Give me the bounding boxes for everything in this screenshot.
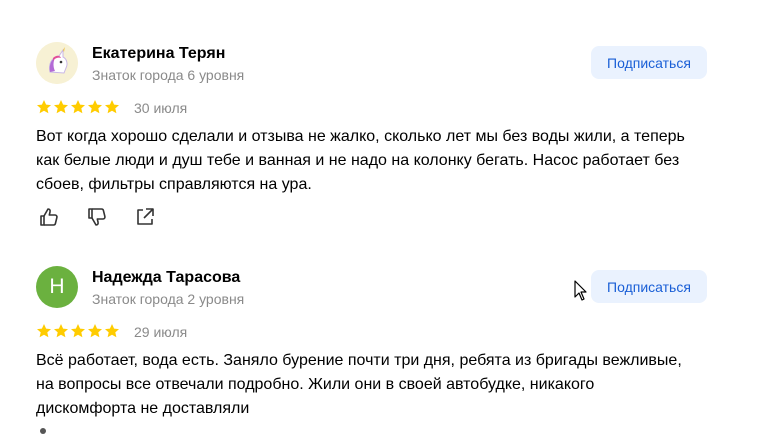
like-icon[interactable] (38, 206, 60, 228)
review-date: 30 июля (134, 100, 188, 116)
mouse-cursor-icon (574, 280, 587, 301)
star-icon (105, 100, 119, 114)
subscribe-button[interactable]: Подписаться (591, 270, 707, 303)
star-icon (37, 324, 51, 338)
star-icon (88, 324, 102, 338)
subscribe-button[interactable]: Подписаться (591, 46, 707, 79)
star-icon (105, 324, 119, 338)
share-icon[interactable] (134, 206, 156, 228)
star-icon (54, 100, 68, 114)
review-text: Всё работает, вода есть. Заняло бурение … (36, 352, 682, 417)
avatar[interactable]: Н (36, 266, 78, 308)
unicorn-icon (36, 42, 78, 84)
star-icon (54, 324, 68, 338)
author-level: Знаток города 2 уровня (92, 291, 245, 307)
rating-stars (36, 99, 120, 115)
dislike-icon[interactable] (86, 206, 108, 228)
star-icon (71, 324, 85, 338)
review-date: 29 июля (134, 324, 188, 340)
author-level: Знаток города 6 уровня (92, 67, 245, 83)
author-name[interactable]: Надежда Тарасова (92, 269, 240, 287)
author-name[interactable]: Екатерина Терян (92, 45, 225, 63)
star-icon (71, 100, 85, 114)
next-review-avatar (40, 428, 46, 434)
unicorn-avatar[interactable] (36, 42, 78, 84)
review-text: Вот когда хорошо сделали и отзыва не жал… (36, 128, 685, 193)
star-icon (88, 100, 102, 114)
rating-stars (36, 323, 120, 339)
star-icon (37, 100, 51, 114)
review-actions (38, 206, 156, 228)
